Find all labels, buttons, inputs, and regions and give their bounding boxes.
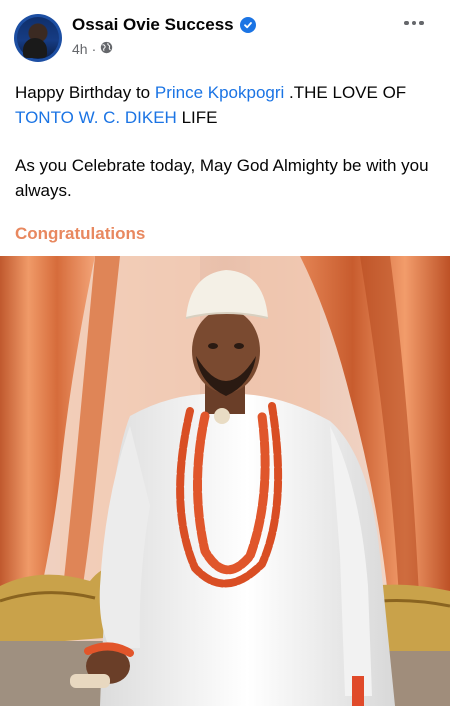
- mention-prince-kpokpogri[interactable]: Prince Kpokpogri: [155, 83, 284, 102]
- author-row: Ossai Ovie Success: [72, 15, 256, 35]
- post-card: Ossai Ovie Success 4h · Happy Birthday t…: [0, 0, 450, 706]
- post-text: Happy Birthday to Prince Kpokpogri .THE …: [15, 80, 440, 203]
- more-options-icon[interactable]: [404, 15, 434, 31]
- post-paragraph-2: As you Celebrate today, May God Almighty…: [15, 156, 429, 200]
- hashtag-congratulations[interactable]: Congratulations: [15, 224, 145, 244]
- post-time[interactable]: 4h: [72, 41, 88, 57]
- post-photo[interactable]: [0, 256, 450, 706]
- text-segment: LIFE: [176, 108, 218, 127]
- author-name[interactable]: Ossai Ovie Success: [72, 15, 234, 35]
- mention-tonto-dikeh[interactable]: TONTO W. C. DIKEH: [15, 108, 177, 127]
- post-line-2: TONTO W. C. DIKEH LIFE: [15, 105, 440, 130]
- verified-badge-icon: [239, 17, 256, 33]
- globe-icon[interactable]: [100, 41, 113, 57]
- post-header: Ossai Ovie Success 4h ·: [0, 0, 450, 70]
- post-line-1: Happy Birthday to Prince Kpokpogri .THE …: [15, 80, 440, 105]
- avatar-figure: [23, 38, 47, 58]
- avatar[interactable]: [14, 14, 62, 62]
- photo-illustration: [0, 256, 450, 706]
- post-meta: 4h ·: [72, 41, 113, 57]
- text-segment: Happy Birthday to: [15, 83, 155, 102]
- text-segment: .THE LOVE OF: [284, 83, 407, 102]
- meta-separator: ·: [91, 41, 97, 57]
